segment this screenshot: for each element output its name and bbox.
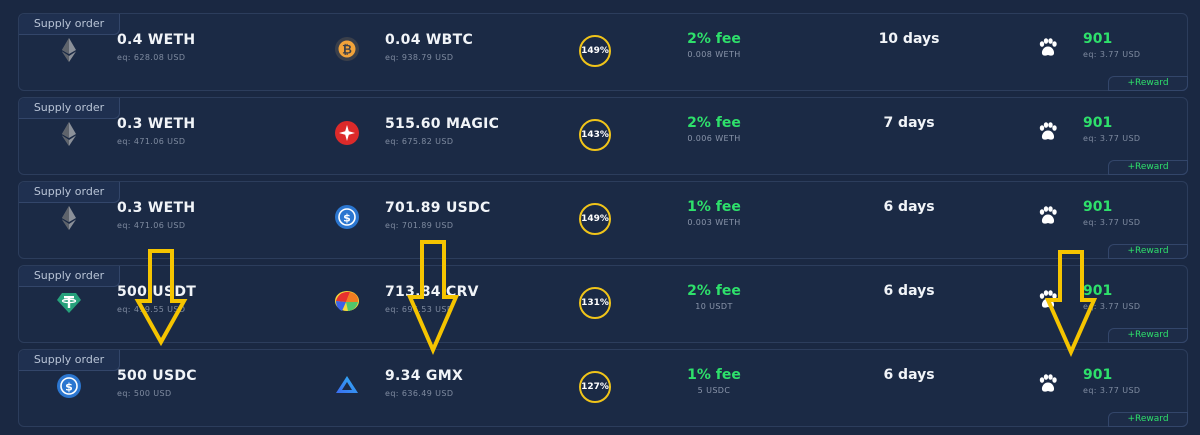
supply-usd-value: eq: 471.06 USD: [117, 137, 186, 146]
fee-info: 1% fee 5 USDC: [639, 367, 789, 395]
supply-amount: 0.3 WETH: [117, 200, 196, 216]
supply-amount: 500 USDT: [117, 284, 197, 300]
points-usd-value: eq: 3.77 USD: [1083, 302, 1141, 311]
fee-amount: 10 USDT: [695, 302, 733, 311]
order-type-tag: Supply order: [19, 14, 120, 35]
fee-percent: 2% fee: [687, 31, 741, 47]
apr-badge: 131%: [579, 287, 611, 319]
supply-usd-value: eq: 471.06 USD: [117, 221, 186, 230]
reward-button[interactable]: +Reward: [1108, 76, 1188, 91]
collateral-usd-value: eq: 938.79 USD: [385, 53, 454, 62]
apr-badge: 149%: [579, 203, 611, 235]
apr-badge: 127%: [579, 371, 611, 403]
order-row[interactable]: Supply order $500 USDC eq: 500 USD 9.34 GMX…: [18, 349, 1188, 427]
order-row[interactable]: Supply order 0.3 WETH eq: 471.06 USD $701.8…: [18, 181, 1188, 259]
usdt-icon: [56, 289, 82, 315]
svg-text:$: $: [343, 212, 351, 225]
paw-icon: [1037, 121, 1059, 143]
points-info: 901 eq: 3.77 USD: [1083, 31, 1141, 59]
order-row[interactable]: Supply order 500 USDT eq: 499.55 USD 713.84…: [18, 265, 1188, 343]
points-usd-value: eq: 3.77 USD: [1083, 134, 1141, 143]
collateral-usd-value: eq: 696.53 USD: [385, 305, 454, 314]
svg-text:$: $: [65, 381, 73, 394]
eth-icon: [56, 205, 82, 231]
points-value: 901: [1083, 199, 1113, 215]
points-usd-value: eq: 3.77 USD: [1083, 218, 1141, 227]
usdc-icon: $: [334, 204, 360, 230]
svg-text:₿: ₿: [342, 43, 352, 57]
points-info: 901 eq: 3.77 USD: [1083, 283, 1141, 311]
order-type-tag: Supply order: [19, 266, 120, 287]
supply-amount: 0.3 WETH: [117, 116, 196, 132]
fee-amount: 0.008 WETH: [687, 50, 741, 59]
collateral-amount: 9.34 GMX: [385, 368, 464, 384]
fee-amount: 5 USDC: [697, 386, 731, 395]
magic-icon: [334, 120, 360, 146]
duration: 10 days: [878, 31, 940, 47]
supply-amount: 0.4 WETH: [117, 32, 196, 48]
collateral-usd-value: eq: 636.49 USD: [385, 389, 454, 398]
points-info: 901 eq: 3.77 USD: [1083, 115, 1141, 143]
fee-percent: 1% fee: [687, 199, 741, 215]
fee-percent: 1% fee: [687, 367, 741, 383]
order-row[interactable]: Supply order 0.3 WETH eq: 471.06 USD 515.60…: [18, 97, 1188, 175]
reward-button[interactable]: +Reward: [1108, 244, 1188, 259]
gmx-icon: [334, 372, 360, 398]
fee-percent: 2% fee: [687, 283, 741, 299]
points-usd-value: eq: 3.77 USD: [1083, 50, 1141, 59]
eth-icon: [56, 37, 82, 63]
points-value: 901: [1083, 115, 1113, 131]
collateral-amount: 515.60 MAGIC: [385, 116, 500, 132]
paw-icon: [1037, 205, 1059, 227]
wbtc-icon: ₿: [334, 36, 360, 62]
paw-icon: [1037, 37, 1059, 59]
supply-usd-value: eq: 628.08 USD: [117, 53, 186, 62]
supply-usd-value: eq: 499.55 USD: [117, 305, 186, 314]
fee-amount: 0.003 WETH: [687, 218, 741, 227]
paw-icon: [1037, 373, 1059, 395]
collateral-amount: 713.84 CRV: [385, 284, 479, 300]
supply-usd-value: eq: 500 USD: [117, 389, 172, 398]
duration: 7 days: [883, 115, 935, 131]
order-type-tag: Supply order: [19, 98, 120, 119]
duration: 6 days: [883, 199, 935, 215]
collateral-amount: 0.04 WBTC: [385, 32, 474, 48]
apr-badge: 149%: [579, 35, 611, 67]
reward-button[interactable]: +Reward: [1108, 412, 1188, 427]
paw-icon: [1037, 289, 1059, 311]
duration: 6 days: [883, 283, 935, 299]
points-value: 901: [1083, 283, 1113, 299]
fee-amount: 0.006 WETH: [687, 134, 741, 143]
reward-button[interactable]: +Reward: [1108, 160, 1188, 175]
points-value: 901: [1083, 367, 1113, 383]
eth-icon: [56, 121, 82, 147]
duration: 6 days: [883, 367, 935, 383]
usdc-icon: $: [56, 373, 82, 399]
supply-amount: 500 USDC: [117, 368, 197, 384]
collateral-usd-value: eq: 675.82 USD: [385, 137, 454, 146]
order-type-tag: Supply order: [19, 182, 120, 203]
crv-icon: [334, 288, 360, 314]
order-type-tag: Supply order: [19, 350, 120, 371]
apr-badge: 143%: [579, 119, 611, 151]
points-info: 901 eq: 3.77 USD: [1083, 367, 1141, 395]
collateral-usd-value: eq: 701.89 USD: [385, 221, 454, 230]
fee-info: 1% fee 0.003 WETH: [639, 199, 789, 227]
points-info: 901 eq: 3.77 USD: [1083, 199, 1141, 227]
fee-percent: 2% fee: [687, 115, 741, 131]
fee-info: 2% fee 10 USDT: [639, 283, 789, 311]
reward-button[interactable]: +Reward: [1108, 328, 1188, 343]
fee-info: 2% fee 0.006 WETH: [639, 115, 789, 143]
fee-info: 2% fee 0.008 WETH: [639, 31, 789, 59]
points-value: 901: [1083, 31, 1113, 47]
collateral-amount: 701.89 USDC: [385, 200, 491, 216]
points-usd-value: eq: 3.77 USD: [1083, 386, 1141, 395]
order-row[interactable]: Supply order 0.4 WETH eq: 628.08 USD ₿ 0.04 …: [18, 13, 1188, 91]
supply-order-list: Supply order 0.4 WETH eq: 628.08 USD ₿ 0.04 …: [0, 0, 1200, 435]
